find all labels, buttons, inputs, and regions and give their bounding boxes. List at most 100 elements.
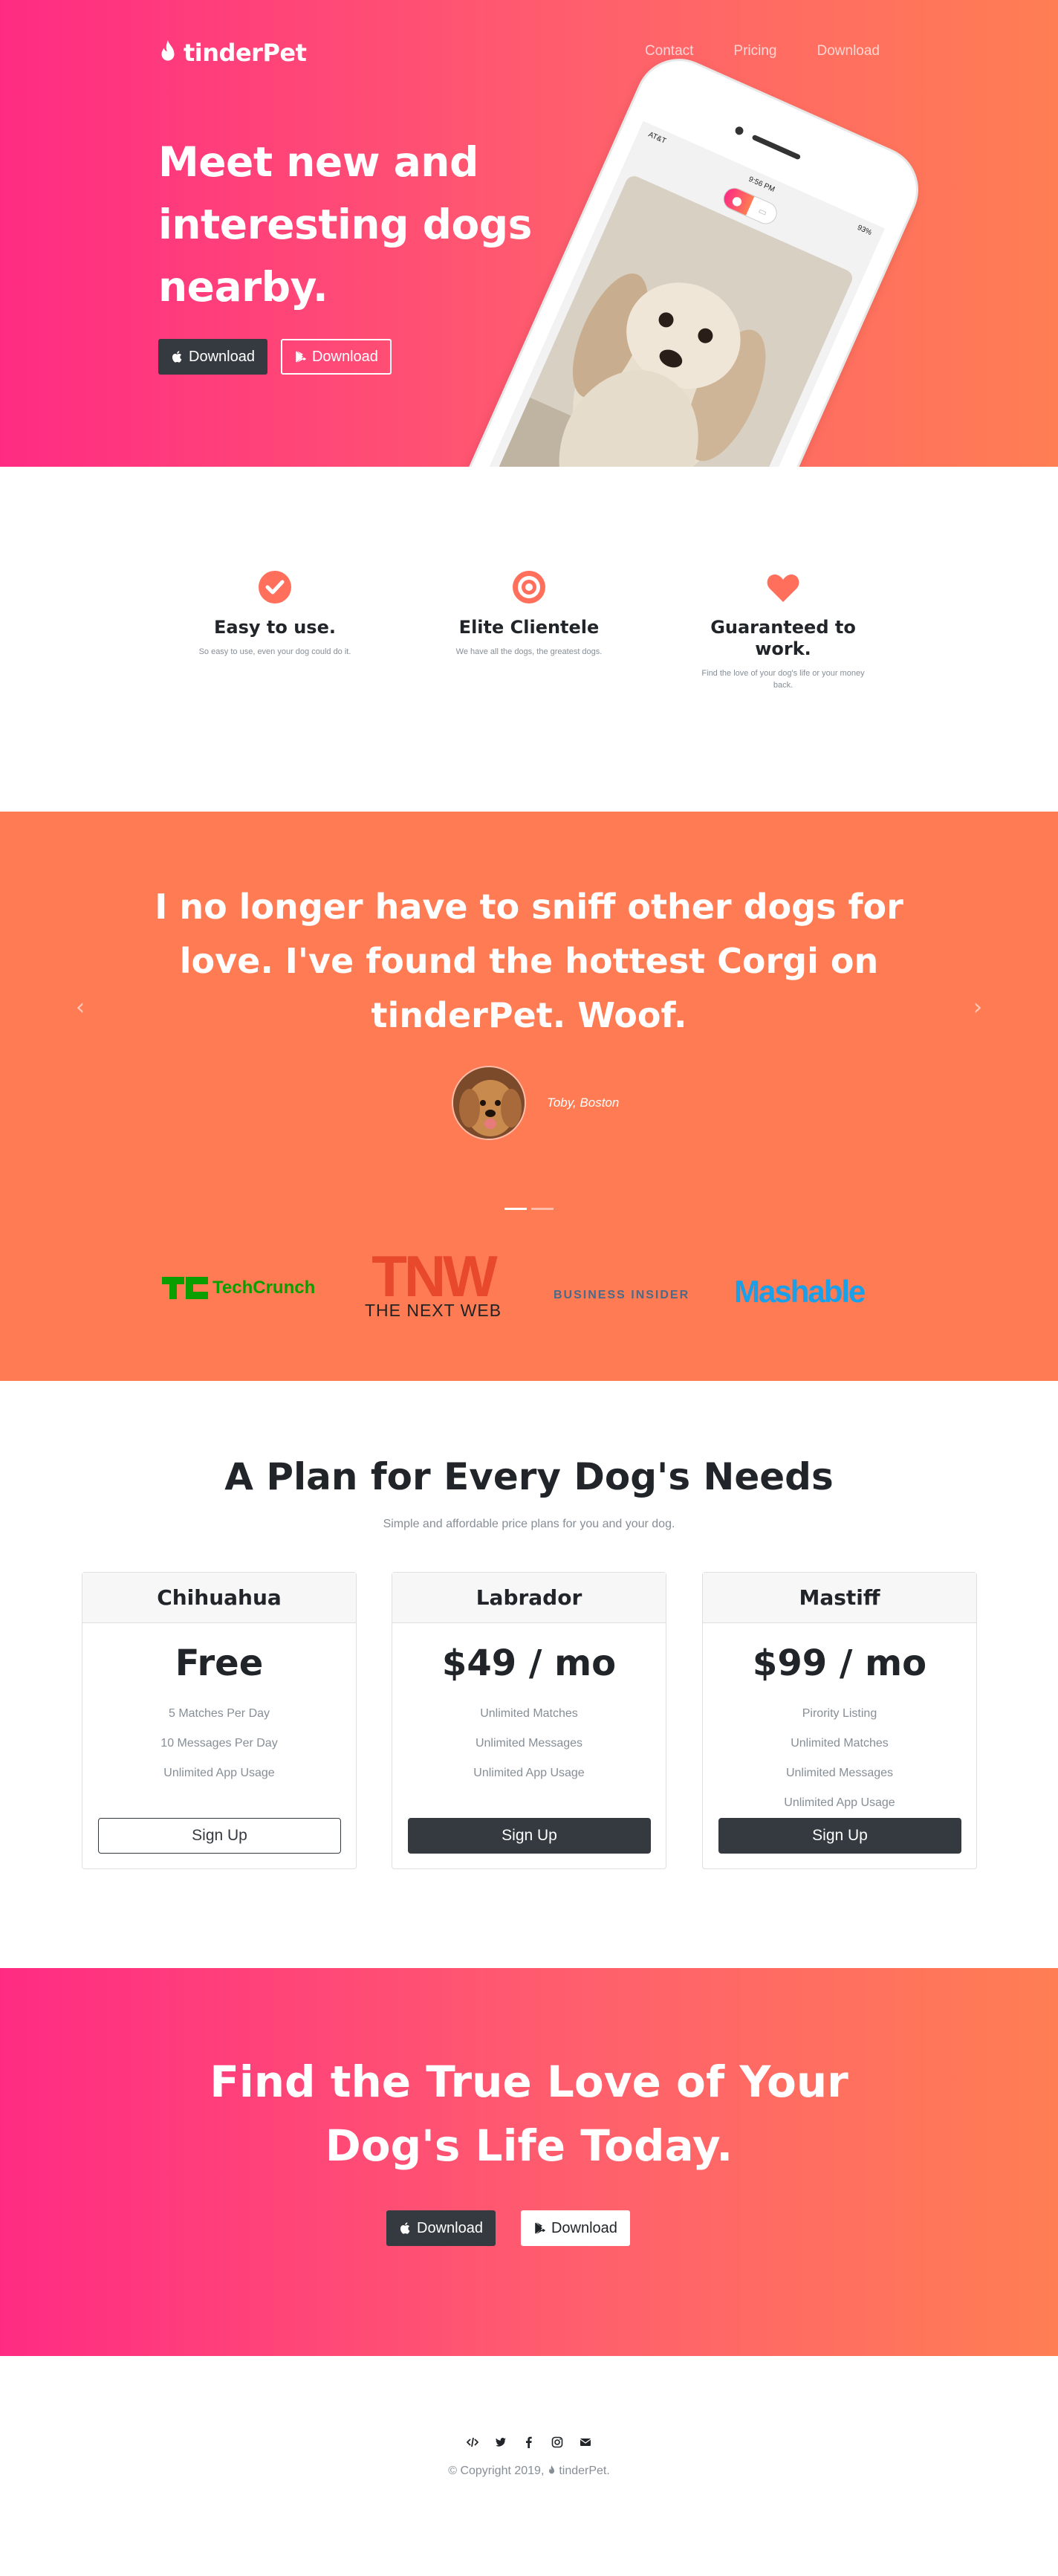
mashable-text: Mashable — [734, 1274, 866, 1309]
nav-link-pricing[interactable]: Pricing — [733, 43, 776, 59]
svg-text:TNW: TNW — [371, 1250, 498, 1299]
cta-google-play-download-button[interactable]: Download — [520, 2210, 630, 2246]
plan-price: Free — [175, 1643, 264, 1684]
press-logos: TechCrunch TNW THE NEXT WEB BUSINESS INS… — [0, 1243, 1058, 1332]
labrador-sign-up-button[interactable]: Sign Up — [408, 1818, 651, 1854]
feature-title: Elite Clientele — [458, 617, 600, 638]
plan-price: $99 / mo — [752, 1643, 927, 1684]
plan-name: Labrador — [392, 1573, 666, 1623]
cta-google-play-download-label: Download — [551, 2219, 617, 2236]
flame-icon — [548, 2465, 554, 2474]
phone-carrier: AT&T — [647, 130, 668, 146]
feature-title: Easy to use. — [214, 617, 336, 638]
brand-logo[interactable]: tinderPet — [158, 39, 307, 67]
features-section: Easy to use. So easy to use, even your d… — [0, 467, 1058, 812]
app-store-download-label: Download — [189, 348, 255, 365]
plan-feature: Unlimited App Usage — [163, 1767, 275, 1779]
plan-feature: Unlimited App Usage — [784, 1796, 895, 1809]
plan-name: Chihuahua — [82, 1573, 356, 1623]
feature-title: Guaranteed to work. — [710, 617, 856, 659]
pricing-title: A Plan for Every Dog's Needs — [224, 1455, 834, 1498]
nav-link-download[interactable]: Download — [817, 43, 880, 59]
feature-text: Find the love of your dog's life or your… — [701, 669, 865, 690]
code-icon[interactable] — [467, 2436, 478, 2448]
google-play-download-label: Download — [311, 348, 378, 365]
flame-icon — [161, 40, 175, 61]
feature-easy-to-use: Easy to use. So easy to use, even your d… — [186, 569, 364, 658]
avatar — [452, 1066, 526, 1140]
business-insider-logo: BUSINESS INSIDER — [554, 1287, 689, 1302]
facebook-icon[interactable] — [523, 2436, 535, 2448]
plan-feature: Unlimited Messages — [785, 1767, 894, 1779]
plan-feature: Unlimited Matches — [480, 1707, 578, 1720]
tnw-text: THE NEXT WEB — [364, 1301, 502, 1320]
plan-feature: 10 Messages Per Day — [160, 1737, 278, 1750]
plan-feature: Unlimited Messages — [475, 1737, 583, 1750]
mashable-logo: Mashable — [734, 1274, 866, 1310]
tnw-logo: TNW THE NEXT WEB — [355, 1243, 511, 1321]
plan-features: Pirority Listing Unlimited Matches Unlim… — [703, 1699, 976, 1818]
cta-app-store-download-label: Download — [417, 2219, 483, 2236]
footer: © Copyright 2019, tinderPet. — [0, 2356, 1058, 2537]
envelope-icon[interactable] — [580, 2436, 591, 2448]
pricing-card-mastiff: Mastiff $99 / mo Pirority Listing Unlimi… — [702, 1572, 977, 1869]
apple-icon — [172, 351, 182, 363]
testimonial-author-name: Toby, Boston — [547, 1096, 620, 1110]
hero-buttons: Download Download — [158, 339, 392, 375]
feature-elite-clientele: Elite Clientele We have all the dogs, th… — [440, 569, 618, 658]
google-play-icon — [296, 351, 306, 363]
plan-features: Unlimited Matches Unlimited Messages Unl… — [392, 1699, 666, 1788]
carousel-indicators — [504, 1208, 554, 1210]
dog-avatar-image — [453, 1067, 525, 1139]
phone-battery: 93% — [856, 223, 874, 237]
phone-mockup: AT&T 9:56 PM 93% ● ▭ — [440, 48, 929, 467]
carousel-next-icon[interactable]: › — [969, 997, 987, 1019]
carousel-prev-icon[interactable]: ‹ — [71, 997, 89, 1019]
app-store-download-button[interactable]: Download — [158, 339, 267, 375]
techcrunch-text: TechCrunch — [212, 1278, 316, 1298]
pricing-card-chihuahua: Chihuahua Free 5 Matches Per Day 10 Mess… — [82, 1572, 357, 1869]
feature-guaranteed: Guaranteed to work. Find the love of you… — [694, 569, 872, 691]
twitter-icon[interactable] — [495, 2436, 507, 2448]
copyright-brand: tinderPet. — [559, 2465, 610, 2477]
business-insider-text: BUSINESS INSIDER — [554, 1289, 690, 1301]
google-play-download-button[interactable]: Download — [280, 339, 392, 375]
hero-section: tinderPet Contact Pricing Download Meet … — [0, 0, 1058, 467]
testimonial-quote: I no longer have to sniff other dogs for… — [155, 887, 903, 1035]
brand-name: tinderPet — [184, 39, 307, 67]
plan-name: Mastiff — [703, 1573, 976, 1623]
check-circle-icon — [259, 571, 291, 603]
cta-buttons: Download Download — [386, 2210, 630, 2246]
techcrunch-mark — [162, 1277, 208, 1299]
tnw-mark: TNW — [371, 1243, 501, 1309]
copyright: © Copyright 2019, tinderPet. — [0, 2465, 1058, 2478]
bullseye-icon — [513, 571, 545, 603]
carousel-indicator-2[interactable] — [531, 1208, 554, 1210]
cta-section: Find the True Love of Your Dog's Life To… — [0, 1968, 1058, 2356]
carousel-indicator-1[interactable] — [504, 1208, 527, 1210]
techcrunch-logo: TechCrunch — [162, 1277, 315, 1299]
navbar: tinderPet Contact Pricing Download — [0, 0, 1058, 107]
plan-price: $49 / mo — [441, 1643, 617, 1684]
plan-feature: Pirority Listing — [802, 1707, 877, 1720]
google-play-icon — [535, 2222, 545, 2234]
plan-features: 5 Matches Per Day 10 Messages Per Day Un… — [82, 1699, 356, 1788]
plan-feature: 5 Matches Per Day — [168, 1707, 270, 1720]
instagram-icon[interactable] — [551, 2436, 563, 2448]
testimonial-author: Toby, Boston — [452, 1066, 619, 1140]
hero-title: Meet new and interesting dogs nearby. — [158, 138, 532, 311]
feature-text: We have all the dogs, the greatest dogs. — [455, 647, 603, 656]
apple-icon — [400, 2222, 410, 2234]
heart-icon — [767, 574, 799, 602]
plan-feature: Unlimited App Usage — [473, 1767, 585, 1779]
nav-links: Contact Pricing Download — [605, 43, 880, 59]
cta-title: Find the True Love of Your Dog's Life To… — [210, 2056, 848, 2171]
pricing-section: A Plan for Every Dog's Needs Simple and … — [0, 1381, 1058, 1968]
testimonial-section: ‹ I no longer have to sniff other dogs f… — [0, 812, 1058, 1381]
plan-feature: Unlimited Matches — [791, 1737, 889, 1750]
cta-app-store-download-button[interactable]: Download — [386, 2210, 496, 2246]
pricing-subtitle: Simple and affordable price plans for yo… — [383, 1518, 675, 1530]
mastiff-sign-up-button[interactable]: Sign Up — [718, 1818, 961, 1854]
pricing-card-labrador: Labrador $49 / mo Unlimited Matches Unli… — [392, 1572, 666, 1869]
chihuahua-sign-up-button[interactable]: Sign Up — [98, 1818, 341, 1854]
